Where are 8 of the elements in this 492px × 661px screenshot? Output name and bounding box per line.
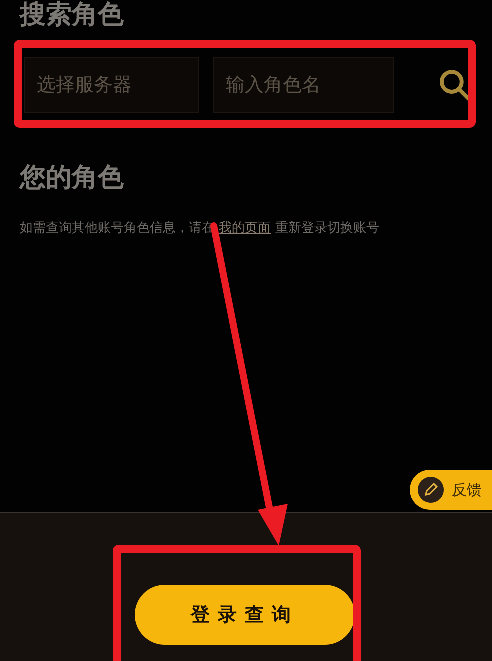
input-field[interactable]: 选择服务器 bbox=[24, 57, 200, 113]
section-title: 搜索角色 bbox=[20, 0, 125, 30]
feedback-button[interactable]: 反馈 bbox=[410, 470, 492, 510]
section-title: 您的角色 bbox=[20, 163, 125, 193]
login-query-button[interactable]: 登录查询 bbox=[135, 585, 355, 645]
my-page-link[interactable]: 我的页面 bbox=[219, 221, 272, 236]
pencil-icon bbox=[418, 477, 444, 503]
input-field[interactable]: 输入角色名 bbox=[213, 57, 394, 113]
